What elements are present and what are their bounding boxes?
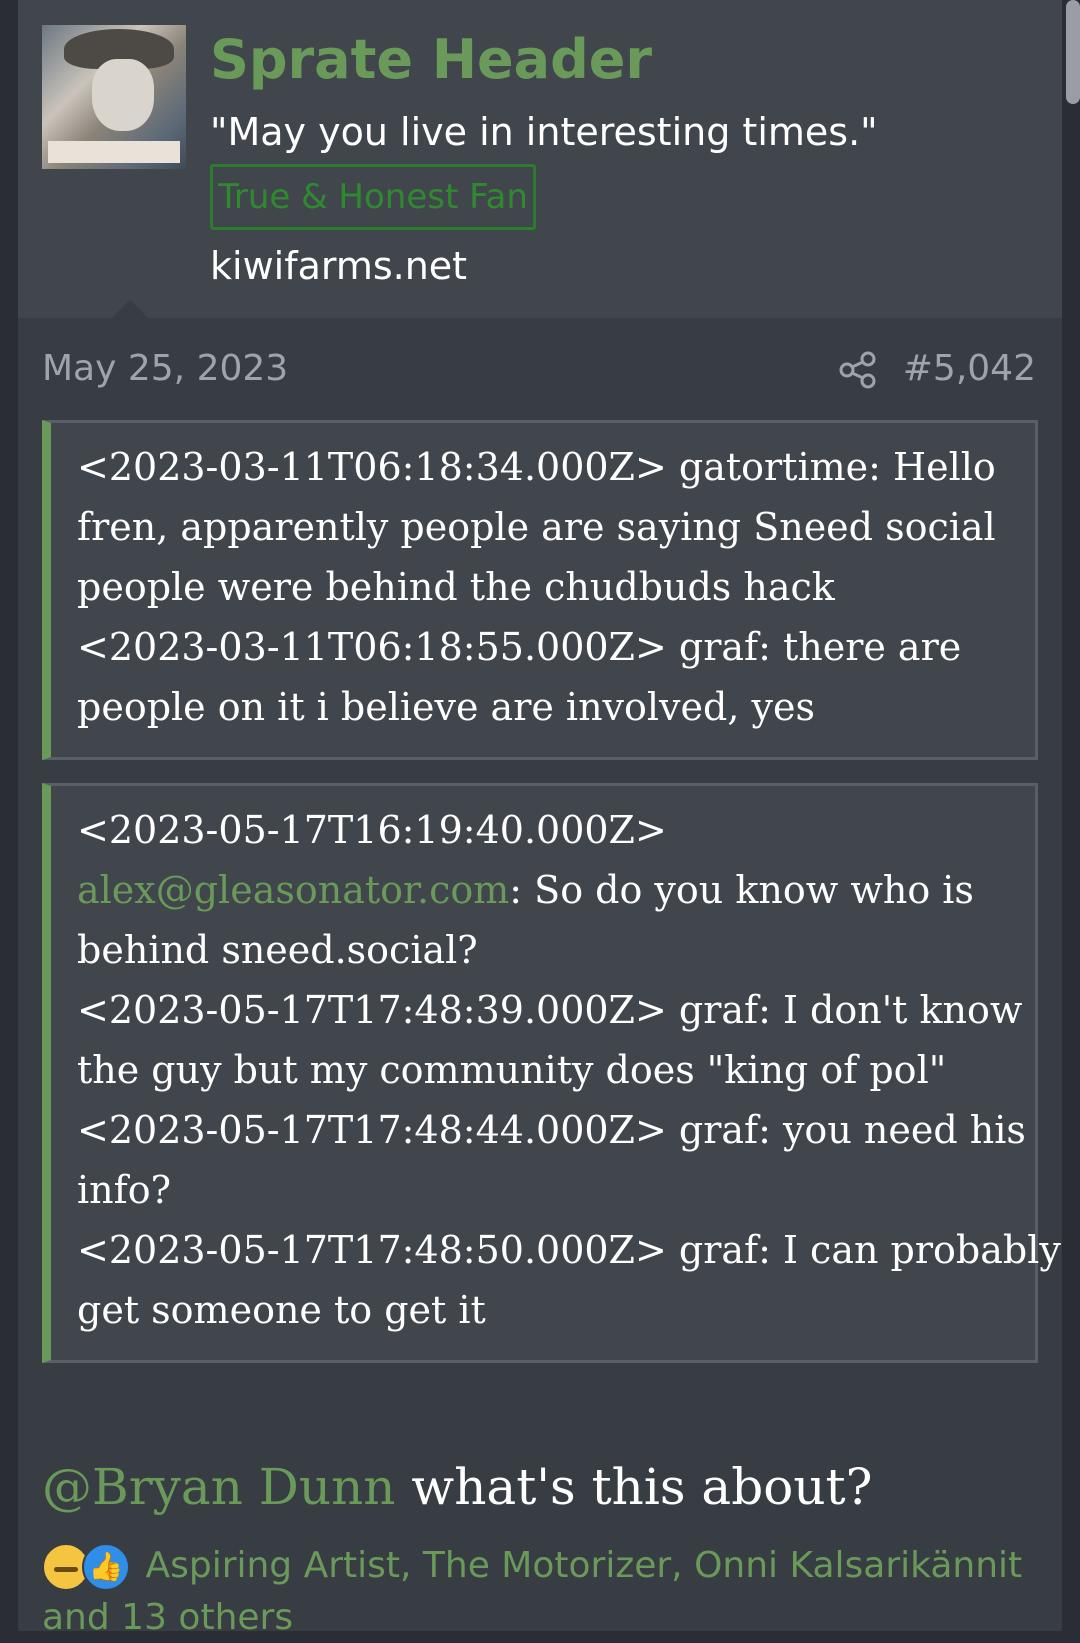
post-date[interactable]: May 25, 2023 bbox=[42, 348, 288, 389]
author-banner: True & Honest Fan bbox=[210, 164, 536, 230]
author-username[interactable]: Sprate Header bbox=[210, 28, 652, 91]
quote-line: get someone to get it bbox=[77, 1288, 486, 1332]
header-pointer bbox=[112, 300, 148, 318]
quote-line: people on it i believe are involved, yes bbox=[77, 685, 815, 729]
quote-line: <2023-05-17T17:48:50.000Z> graf: I can p… bbox=[77, 1228, 1061, 1272]
quote-line-with-mention: alex@gleasonator.com: So do you know who… bbox=[77, 860, 1015, 920]
quote-line: <2023-03-11T06:18:34.000Z> gatortime: He… bbox=[77, 445, 996, 489]
post-container: Sprate Header "May you live in interesti… bbox=[18, 0, 1062, 1638]
email-link[interactable]: alex@gleasonator.com bbox=[77, 868, 509, 912]
reactions-bar[interactable]: 👍 Aspiring Artist, The Motorizer, Onni K… bbox=[42, 1540, 1042, 1643]
thumbs-up-icon: 👍 bbox=[82, 1543, 130, 1591]
post-author-header: Sprate Header "May you live in interesti… bbox=[18, 0, 1062, 318]
message-text: what's this about? bbox=[395, 1458, 873, 1516]
share-icon[interactable] bbox=[838, 350, 878, 390]
reaction-icons: 👍 bbox=[42, 1541, 134, 1591]
scrollbar-thumb[interactable] bbox=[1066, 0, 1080, 104]
post-message: @Bryan Dunn what's this about? bbox=[42, 1458, 872, 1516]
quote-line: behind sneed.social? bbox=[77, 928, 478, 972]
reactors-more[interactable]: and 13 others bbox=[42, 1593, 1042, 1643]
post-number[interactable]: #5,042 bbox=[903, 348, 1036, 389]
quote-line: <2023-03-11T06:18:55.000Z> graf: there a… bbox=[77, 625, 962, 669]
author-user-title: "May you live in interesting times." bbox=[210, 110, 878, 154]
author-site: kiwifarms.net bbox=[210, 244, 468, 288]
quote-line: the guy but my community does "king of p… bbox=[77, 1048, 947, 1092]
quote-block: <2023-05-17T16:19:40.000Z> alex@gleasona… bbox=[42, 783, 1061, 1363]
avatar-face-shape bbox=[92, 59, 154, 131]
quote-line: fren, apparently people are saying Sneed… bbox=[77, 505, 996, 549]
quote-line: <2023-05-17T17:48:44.000Z> graf: you nee… bbox=[77, 1108, 1026, 1152]
avatar-caption-strip bbox=[48, 141, 180, 163]
reactors-list[interactable]: Aspiring Artist, The Motorizer, Onni Kal… bbox=[145, 1545, 1022, 1586]
quote-line: info? bbox=[77, 1168, 171, 1212]
quote-line: people were behind the chudbuds hack bbox=[77, 565, 835, 609]
quote-line: <2023-05-17T16:19:40.000Z> bbox=[77, 808, 667, 852]
quote-line: <2023-05-17T17:48:39.000Z> graf: I don't… bbox=[77, 988, 1023, 1032]
quote-text: : So do you know who is bbox=[509, 868, 974, 912]
user-mention-link[interactable]: @Bryan Dunn bbox=[42, 1458, 396, 1516]
quote-block: <2023-03-11T06:18:34.000Z> gatortime: He… bbox=[42, 420, 1038, 760]
author-avatar[interactable] bbox=[42, 25, 186, 169]
